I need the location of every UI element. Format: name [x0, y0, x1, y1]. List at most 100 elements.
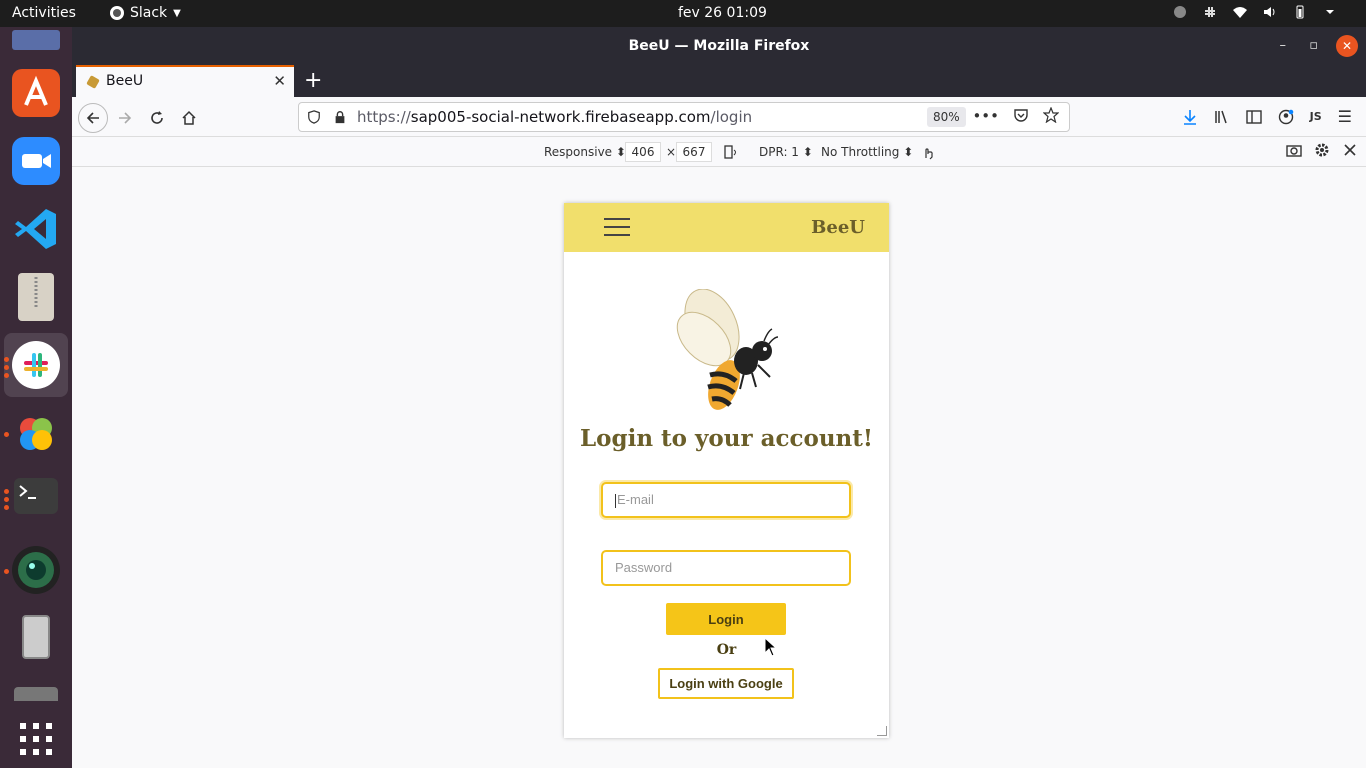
- window-title: BeeU — Mozilla Firefox: [628, 38, 810, 54]
- rdm-right-actions: [1286, 142, 1358, 158]
- page-actions: •••: [972, 107, 1059, 125]
- slack-icon[interactable]: [12, 341, 60, 389]
- show-applications-icon[interactable]: [12, 715, 60, 763]
- menu-icon[interactable]: ☰: [1338, 107, 1352, 126]
- window-title-bar: BeeU — Mozilla Firefox – ▫ ✕: [72, 27, 1366, 65]
- system-top-bar: Activities Slack ▼ fev 26 01:09: [0, 0, 1366, 27]
- pocket-icon[interactable]: [1013, 107, 1029, 123]
- responsive-design-toolbar: Responsive ⬍ 406 × 667 DPR: 1 ⬍ No Throt…: [72, 137, 1366, 167]
- bee-favicon-icon: [86, 75, 100, 89]
- viewport-height-input[interactable]: 667: [676, 142, 712, 162]
- app-menu-label: Slack: [130, 5, 168, 21]
- clock[interactable]: fev 26 01:09: [678, 5, 767, 21]
- arrow-left-icon: [86, 112, 99, 124]
- zoom-indicator[interactable]: 80%: [927, 107, 966, 127]
- bookmark-star-icon[interactable]: [1043, 107, 1059, 123]
- reload-icon: [151, 111, 163, 124]
- account-icon[interactable]: [1278, 109, 1294, 125]
- mobile-viewport: BeeU Login to your account! E-mail Passw…: [564, 203, 889, 738]
- reload-button[interactable]: [144, 105, 170, 131]
- library-icon[interactable]: [1214, 109, 1230, 125]
- device-selector[interactable]: Responsive ⬍: [544, 145, 626, 159]
- activities-button[interactable]: Activities: [12, 5, 76, 21]
- running-indicator: [4, 373, 9, 378]
- email-field[interactable]: E-mail: [601, 482, 851, 518]
- mouse-cursor-icon: [764, 637, 778, 657]
- viewport-resize-handle[interactable]: [877, 726, 887, 736]
- screenshot-camera-icon[interactable]: [1286, 142, 1302, 158]
- tab-bar: BeeU ✕ +: [72, 65, 1366, 97]
- new-tab-button[interactable]: +: [304, 68, 322, 93]
- dpr-selector[interactable]: DPR: 1 ⬍: [759, 145, 813, 159]
- bee-illustration: [676, 289, 778, 410]
- or-separator: Or: [716, 642, 737, 658]
- login-with-google-button[interactable]: Login with Google: [658, 668, 794, 699]
- files-icon[interactable]: [12, 30, 60, 50]
- sidebar-icon[interactable]: [1245, 109, 1262, 125]
- archive-manager-icon[interactable]: [18, 273, 54, 321]
- settings-gear-icon[interactable]: [1314, 142, 1330, 158]
- wifi-icon: [1233, 7, 1247, 18]
- camera-app-icon[interactable]: [12, 546, 60, 594]
- rotate-viewport-icon[interactable]: [722, 144, 738, 160]
- downloads-icon[interactable]: [1182, 109, 1198, 125]
- running-indicator: [4, 357, 9, 362]
- navigation-bar: https://sap005-social-network.firebaseap…: [72, 97, 1366, 137]
- account-initials[interactable]: JS: [1310, 110, 1322, 123]
- password-field[interactable]: Password: [601, 550, 851, 586]
- partially-visible-app-icon[interactable]: [14, 687, 58, 701]
- lock-icon[interactable]: [333, 110, 347, 124]
- text-caret: [615, 493, 616, 508]
- chevron-down-icon: ▼: [173, 7, 181, 19]
- home-button[interactable]: [176, 105, 202, 131]
- hamburger-menu-icon[interactable]: [604, 218, 630, 238]
- zoom-icon[interactable]: [12, 137, 60, 185]
- touch-simulation-icon[interactable]: [920, 144, 936, 160]
- pinwheel-app-icon[interactable]: [12, 410, 60, 458]
- maximize-button[interactable]: ▫: [1309, 27, 1318, 65]
- volume-icon: [1264, 7, 1275, 17]
- battery-icon: [1296, 5, 1304, 19]
- arrow-right-icon: [119, 112, 132, 124]
- running-indicator: [4, 505, 9, 510]
- device-app-icon[interactable]: [22, 615, 50, 659]
- running-indicator: [4, 432, 9, 437]
- system-tray[interactable]: [1172, 4, 1338, 20]
- throttling-selector[interactable]: No Throttling ⬍: [821, 145, 913, 159]
- dimension-separator: ×: [666, 145, 677, 159]
- back-button[interactable]: [78, 103, 108, 133]
- forward-button[interactable]: [112, 105, 138, 131]
- home-icon: [182, 110, 196, 125]
- vscode-icon[interactable]: [12, 205, 60, 253]
- power-menu-chevron-icon: [1326, 10, 1334, 14]
- terminal-icon[interactable]: [14, 478, 58, 514]
- page-actions-menu-icon[interactable]: •••: [972, 107, 999, 125]
- close-window-button[interactable]: ✕: [1336, 35, 1358, 57]
- tracking-protection-shield-icon[interactable]: [307, 110, 321, 124]
- running-indicator: [4, 365, 9, 370]
- tab-title: BeeU: [106, 73, 144, 89]
- toolbar-right: JS ☰: [1182, 107, 1352, 126]
- running-indicator: [4, 569, 9, 574]
- running-indicator: [4, 497, 9, 502]
- login-button[interactable]: Login: [666, 603, 786, 635]
- brand-logo[interactable]: BeeU: [811, 217, 865, 238]
- close-rdm-icon[interactable]: [1342, 142, 1358, 158]
- app-menu[interactable]: Slack ▼: [110, 5, 181, 21]
- dock: [0, 27, 72, 768]
- slack-icon: [110, 6, 124, 20]
- url-path: /login: [710, 108, 753, 126]
- url-bar[interactable]: https://sap005-social-network.firebaseap…: [298, 102, 1070, 132]
- url-text: https://sap005-social-network.firebaseap…: [357, 108, 752, 126]
- app-header: BeeU: [564, 203, 889, 252]
- email-placeholder: E-mail: [617, 492, 654, 507]
- login-heading: Login to your account!: [579, 425, 873, 452]
- ubuntu-software-icon[interactable]: [12, 69, 60, 117]
- viewport-width-input[interactable]: 406: [625, 142, 661, 162]
- minimize-button[interactable]: –: [1280, 27, 1287, 65]
- slack-tray-icon: [1205, 7, 1215, 17]
- password-placeholder: Password: [615, 560, 673, 575]
- url-prefix: https://: [357, 108, 411, 126]
- tab-beeu[interactable]: BeeU ✕: [76, 65, 294, 97]
- close-tab-icon[interactable]: ✕: [273, 72, 286, 90]
